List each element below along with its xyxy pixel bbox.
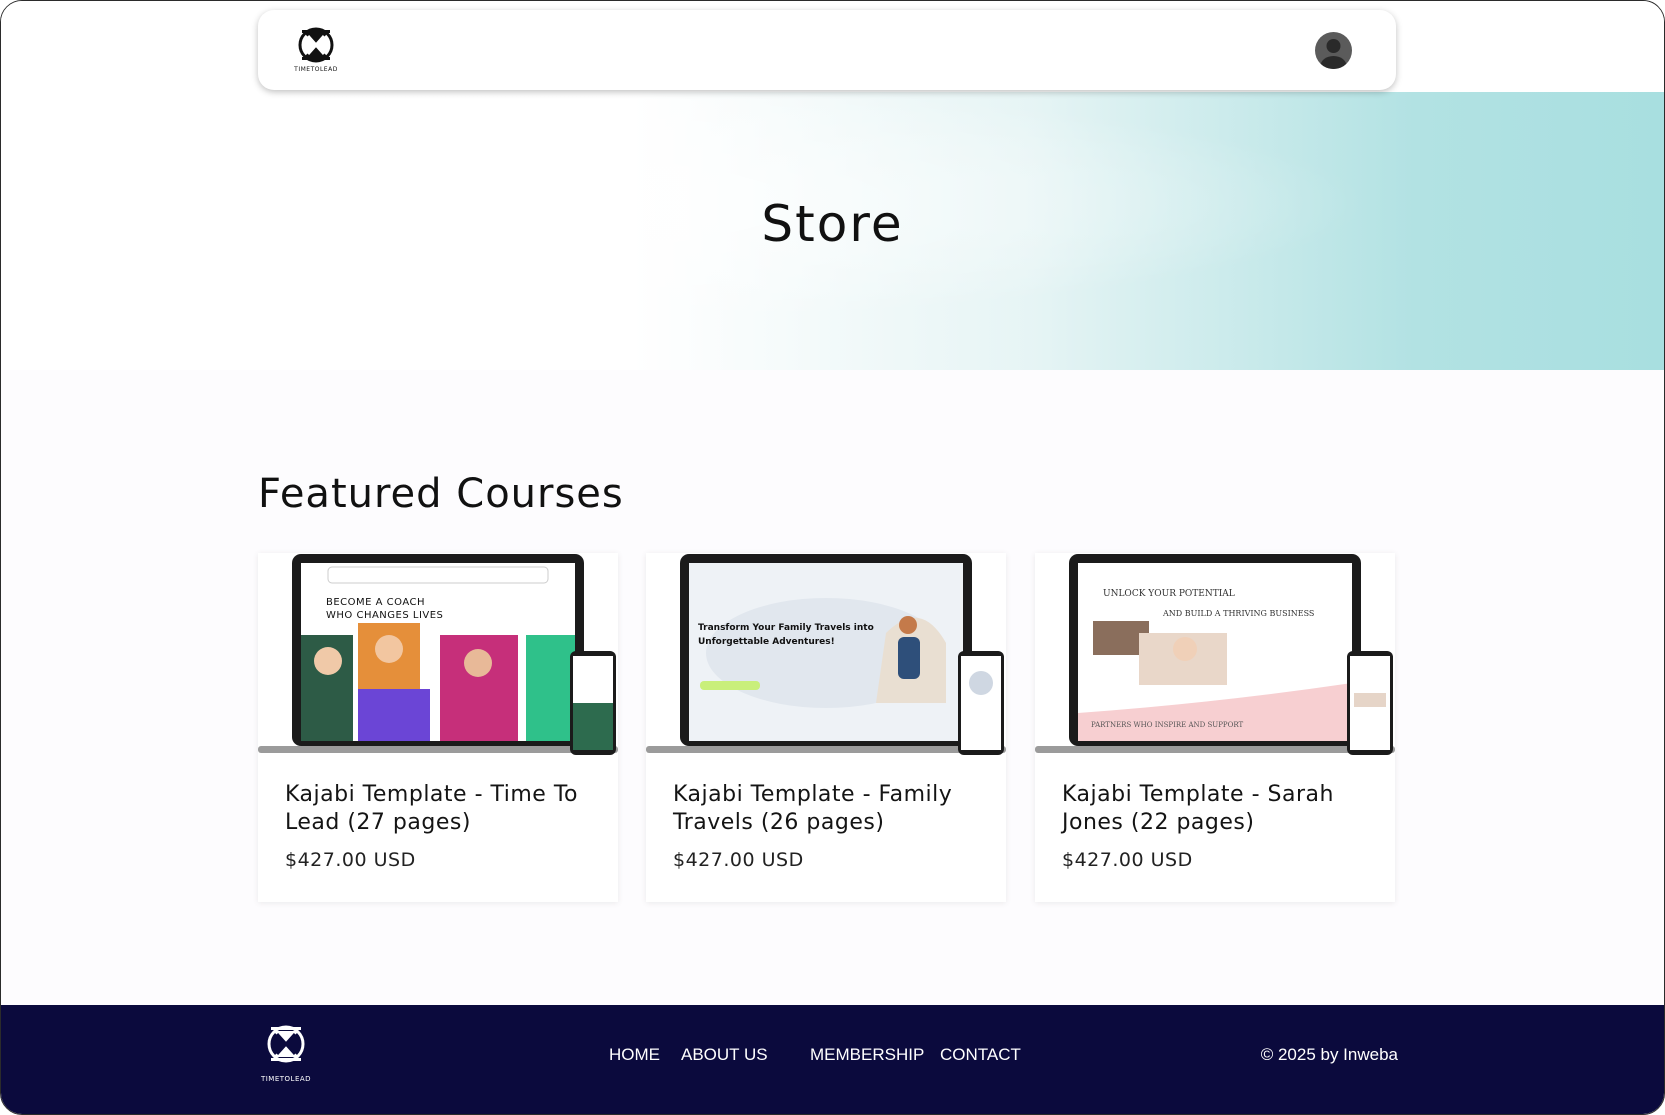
course-price: $427.00 USD bbox=[1062, 849, 1193, 871]
footer: TIMETOLEAD HOME ABOUT US MEMBERSHIP CONT… bbox=[1, 1005, 1664, 1114]
course-card[interactable]: Transform Your Family Travels into Unfor… bbox=[646, 553, 1006, 902]
featured-courses-heading: Featured Courses bbox=[258, 471, 624, 517]
course-thumbnail[interactable]: BECOME A COACH WHO CHANGES LIVES bbox=[258, 553, 618, 757]
course-card[interactable]: UNLOCK YOUR POTENTIAL AND BUILD A THRIVI… bbox=[1035, 553, 1395, 902]
laptop-phone-mockup-icon bbox=[258, 554, 618, 755]
course-price: $427.00 USD bbox=[285, 849, 416, 871]
hourglass-logo-icon bbox=[267, 1025, 305, 1063]
course-thumbnail[interactable]: Transform Your Family Travels into Unfor… bbox=[646, 553, 1006, 757]
course-thumbnail[interactable]: UNLOCK YOUR POTENTIAL AND BUILD A THRIVI… bbox=[1035, 553, 1395, 757]
logo-text: TIMETOLEAD bbox=[294, 66, 338, 73]
footer-link-home[interactable]: HOME bbox=[609, 1045, 660, 1065]
navbar: TIMETOLEAD bbox=[258, 10, 1396, 90]
footer-link-membership[interactable]: MEMBERSHIP bbox=[810, 1045, 924, 1065]
thumbnail-headline: WHO CHANGES LIVES bbox=[326, 610, 444, 621]
course-title[interactable]: Kajabi Template - Family Travels (26 pag… bbox=[673, 781, 983, 837]
course-card[interactable]: BECOME A COACH WHO CHANGES LIVES Kajabi … bbox=[258, 553, 618, 902]
thumbnail-headline: Transform Your Family Travels into bbox=[698, 623, 874, 633]
user-avatar-icon[interactable] bbox=[1315, 32, 1352, 69]
page-title: Store bbox=[761, 195, 904, 253]
footer-logo-text: TIMETOLEAD bbox=[260, 1075, 312, 1083]
course-title[interactable]: Kajabi Template - Time To Lead (27 pages… bbox=[285, 781, 595, 837]
course-price: $427.00 USD bbox=[673, 849, 804, 871]
thumbnail-headline: UNLOCK YOUR POTENTIAL bbox=[1103, 589, 1235, 599]
browser-frame: Store TIMETOLEAD Featured Courses BECOME… bbox=[0, 0, 1665, 1115]
thumbnail-headline: Unforgettable Adventures! bbox=[698, 637, 835, 647]
footer-copyright: © 2025 by Inweba bbox=[1260, 1045, 1398, 1064]
footer-logo[interactable]: TIMETOLEAD bbox=[258, 1023, 314, 1085]
site-logo[interactable]: TIMETOLEAD bbox=[292, 26, 340, 76]
user-icon bbox=[1320, 39, 1347, 69]
laptop-phone-mockup-icon bbox=[646, 554, 1006, 755]
thumbnail-footer-text: PARTNERS WHO INSPIRE AND SUPPORT bbox=[1091, 721, 1244, 729]
course-title[interactable]: Kajabi Template - Sarah Jones (22 pages) bbox=[1062, 781, 1372, 837]
footer-link-about-us[interactable]: ABOUT US bbox=[681, 1045, 768, 1065]
thumbnail-headline: AND BUILD A THRIVING BUSINESS bbox=[1163, 609, 1315, 618]
thumbnail-headline: BECOME A COACH bbox=[326, 597, 426, 608]
footer-link-contact[interactable]: CONTACT bbox=[940, 1045, 1021, 1065]
hero-banner: Store bbox=[1, 92, 1664, 370]
